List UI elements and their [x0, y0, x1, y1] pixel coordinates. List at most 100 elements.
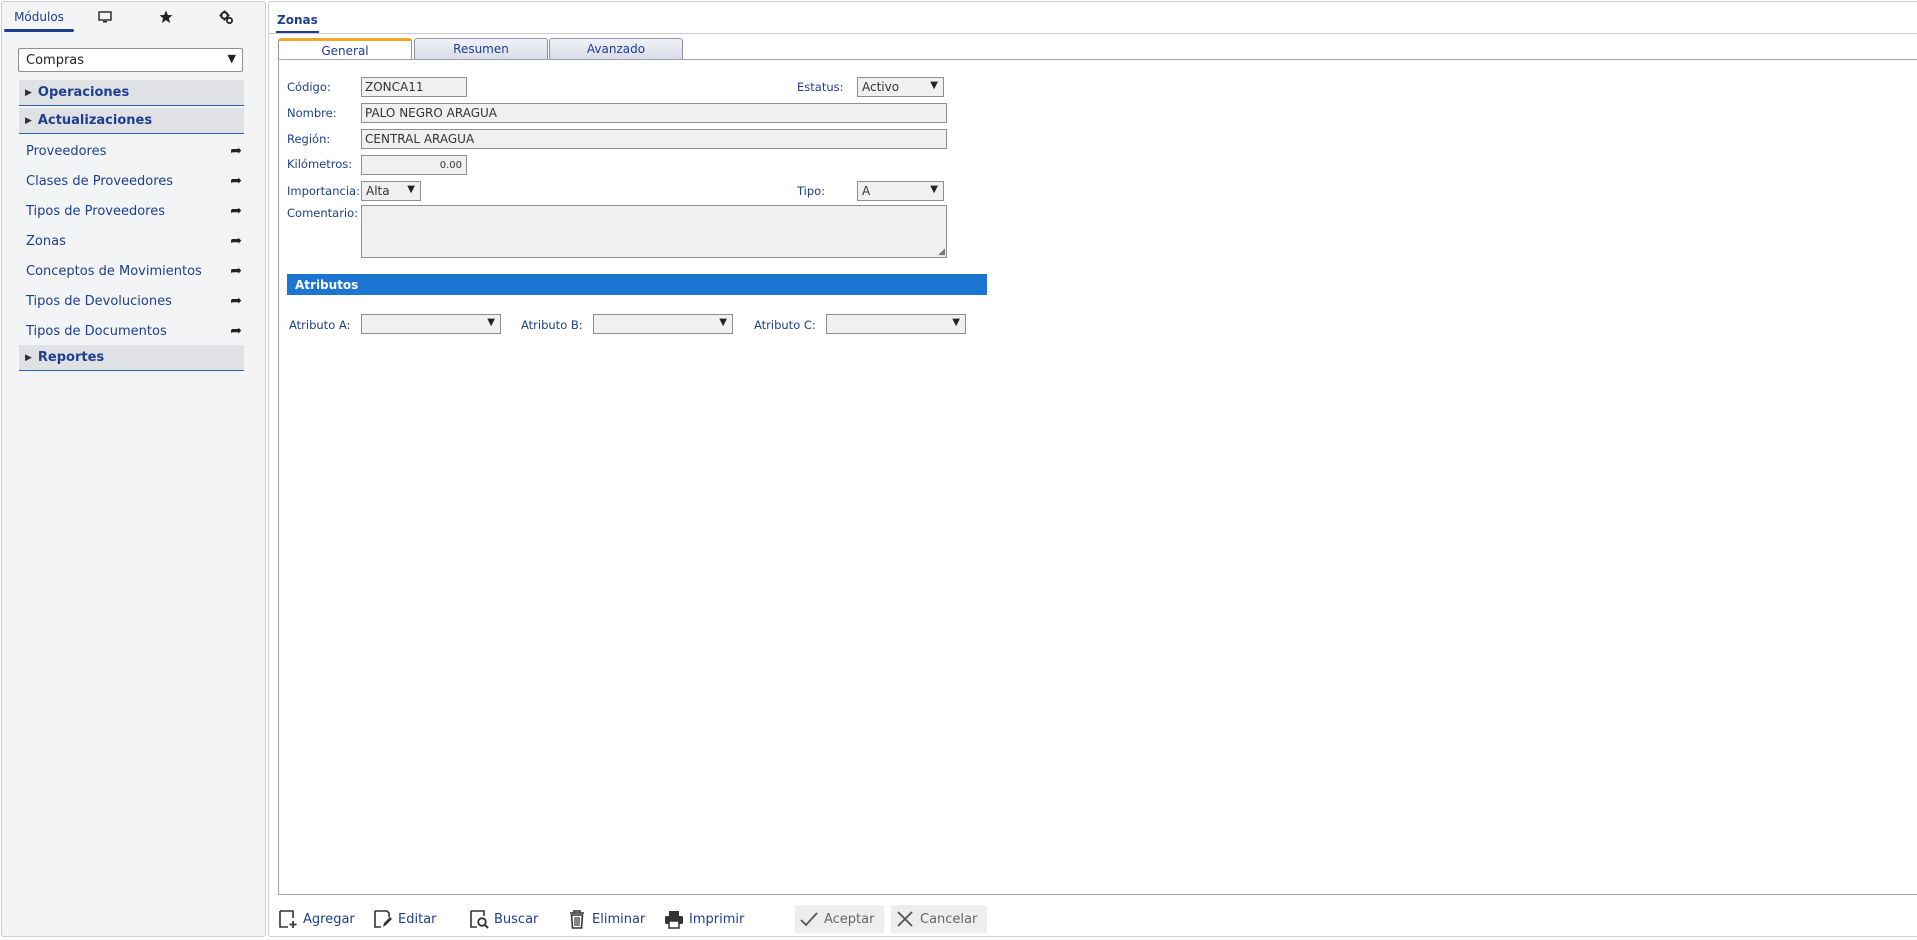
- tab-general-label: General: [321, 43, 369, 58]
- section-operaciones[interactable]: ▶ Operaciones: [19, 80, 244, 106]
- sidebar: Módulos Compras ▼ ▶ Operaciones ▶ Actual…: [1, 1, 266, 937]
- tab-modulos-label: Módulos: [14, 10, 64, 24]
- aceptar-button[interactable]: Aceptar: [795, 905, 885, 933]
- section-actualizaciones[interactable]: ▶ Actualizaciones: [19, 108, 244, 134]
- sidebar-item-tipos-devoluciones[interactable]: Tipos de Devoluciones ➦: [26, 290, 242, 312]
- nombre-label: Nombre:: [287, 106, 337, 120]
- nombre-value: PALO NEGRO ARAGUA: [365, 106, 497, 120]
- sidebar-item-zonas[interactable]: Zonas ➦: [26, 230, 242, 252]
- editar-label: Editar: [398, 911, 437, 927]
- sidebar-item-tipos-proveedores[interactable]: Tipos de Proveedores ➦: [26, 200, 242, 222]
- codigo-label: Código:: [287, 80, 331, 94]
- codigo-field[interactable]: ZONCA11: [361, 77, 467, 97]
- tipo-value: A: [862, 184, 871, 198]
- sidebar-item-label: Clases de Proveedores: [26, 173, 174, 189]
- sidebar-item-label: Tipos de Documentos: [26, 323, 167, 339]
- section-reportes-label: Reportes: [37, 350, 105, 365]
- agregar-button[interactable]: Agregar: [278, 905, 355, 933]
- share-arrow-icon: ➦: [230, 263, 242, 279]
- main-panel: Zonas General Resumen Avanzado Código: Z…: [268, 1, 1917, 937]
- sidebar-item-label: Conceptos de Movimientos: [26, 263, 202, 279]
- monitor-icon[interactable]: [88, 2, 122, 32]
- imprimir-label: Imprimir: [689, 911, 745, 927]
- edit-document-icon: [373, 909, 393, 929]
- star-icon[interactable]: [149, 2, 183, 32]
- eliminar-label: Eliminar: [592, 911, 646, 927]
- estatus-label: Estatus:: [797, 80, 844, 94]
- chevron-down-icon: ▼: [407, 184, 415, 195]
- form-content: Código: ZONCA11 Estatus: Activo ▼ Nombre…: [278, 59, 1917, 895]
- tab-zonas[interactable]: Zonas: [276, 6, 319, 33]
- tipo-select[interactable]: A ▼: [857, 181, 944, 201]
- chevron-down-icon: ▼: [227, 52, 236, 65]
- tipo-label: Tipo:: [797, 184, 826, 198]
- share-arrow-icon: ➦: [230, 143, 242, 159]
- estatus-select[interactable]: Activo ▼: [857, 77, 944, 97]
- sidebar-item-conceptos-movimientos[interactable]: Conceptos de Movimientos ➦: [26, 260, 242, 282]
- caret-right-icon: ▶: [25, 115, 32, 126]
- sidebar-item-label: Zonas: [26, 233, 66, 249]
- importancia-label: Importancia:: [287, 184, 360, 198]
- atributos-title: Atributos: [295, 277, 359, 292]
- sidebar-item-label: Proveedores: [26, 143, 107, 159]
- tab-general[interactable]: General: [278, 38, 412, 60]
- chevron-down-icon: ▼: [487, 317, 495, 328]
- comentario-label: Comentario:: [287, 206, 359, 220]
- module-select[interactable]: Compras ▼: [18, 48, 243, 72]
- section-operaciones-label: Operaciones: [37, 85, 130, 100]
- atributo-b-label: Atributo B:: [521, 318, 583, 332]
- sidebar-item-proveedores[interactable]: Proveedores ➦: [26, 140, 242, 162]
- divider: [269, 33, 1917, 34]
- nombre-field[interactable]: PALO NEGRO ARAGUA: [361, 103, 947, 123]
- gears-icon[interactable]: [209, 2, 243, 32]
- share-arrow-icon: ➦: [230, 323, 242, 339]
- imprimir-button[interactable]: Imprimir: [664, 905, 744, 933]
- region-label: Región:: [287, 132, 331, 146]
- caret-right-icon: ▶: [25, 87, 32, 98]
- codigo-value: ZONCA11: [365, 80, 424, 94]
- sidebar-item-label: Tipos de Devoluciones: [26, 293, 172, 309]
- chevron-down-icon: ▼: [719, 317, 727, 328]
- share-arrow-icon: ➦: [230, 293, 242, 309]
- share-arrow-icon: ➦: [230, 203, 242, 219]
- atributo-a-label: Atributo A:: [289, 318, 351, 332]
- trash-icon: [567, 909, 587, 929]
- resize-grip-icon[interactable]: ◢: [938, 247, 945, 257]
- kilometros-label: Kilómetros:: [287, 157, 353, 171]
- importancia-select[interactable]: Alta ▼: [361, 181, 421, 201]
- sidebar-item-tipos-documentos[interactable]: Tipos de Documentos ➦: [26, 320, 242, 342]
- atributo-c-label: Atributo C:: [754, 318, 816, 332]
- buscar-button[interactable]: Buscar: [469, 905, 538, 933]
- tab-modulos[interactable]: Módulos: [4, 2, 74, 32]
- region-field[interactable]: CENTRAL ARAGUA: [361, 129, 947, 149]
- cancelar-label: Cancelar: [920, 911, 978, 927]
- kilometros-value: 0.00: [439, 159, 462, 171]
- atributos-header: Atributos: [287, 274, 987, 295]
- editar-button[interactable]: Editar: [373, 905, 437, 933]
- tab-avanzado[interactable]: Avanzado: [549, 38, 683, 59]
- atributo-c-select[interactable]: ▼: [826, 314, 966, 334]
- share-arrow-icon: ➦: [230, 233, 242, 249]
- aceptar-label: Aceptar: [824, 911, 875, 927]
- region-value: CENTRAL ARAGUA: [365, 132, 475, 146]
- buscar-label: Buscar: [494, 911, 539, 927]
- cancelar-button[interactable]: Cancelar: [891, 905, 988, 933]
- atributo-b-select[interactable]: ▼: [593, 314, 733, 334]
- atributo-a-select[interactable]: ▼: [361, 314, 501, 334]
- search-document-icon: [469, 909, 489, 929]
- agregar-label: Agregar: [303, 911, 355, 927]
- section-actualizaciones-label: Actualizaciones: [37, 113, 153, 128]
- add-document-icon: [278, 909, 298, 929]
- comentario-textarea[interactable]: ◢: [361, 205, 947, 258]
- share-arrow-icon: ➦: [230, 173, 242, 189]
- section-reportes[interactable]: ▶ Reportes: [19, 345, 244, 371]
- tab-avanzado-label: Avanzado: [586, 42, 646, 56]
- chevron-down-icon: ▼: [930, 184, 938, 195]
- importancia-value: Alta: [366, 184, 390, 198]
- kilometros-field[interactable]: 0.00: [361, 155, 467, 175]
- sidebar-item-label: Tipos de Proveedores: [26, 203, 165, 219]
- close-icon: [895, 909, 915, 929]
- tab-resumen[interactable]: Resumen: [414, 38, 548, 59]
- eliminar-button[interactable]: Eliminar: [567, 905, 645, 933]
- sidebar-item-clases-proveedores[interactable]: Clases de Proveedores ➦: [26, 170, 242, 192]
